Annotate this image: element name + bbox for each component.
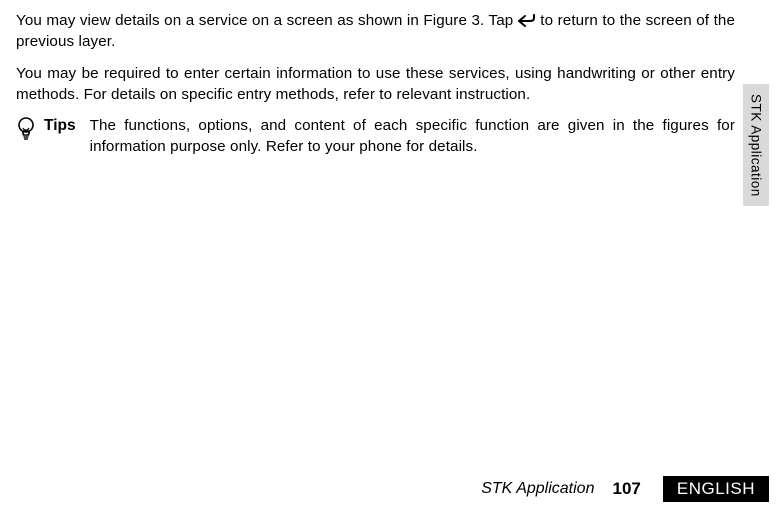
page-footer: STK Application 107 ENGLISH <box>0 476 783 502</box>
side-tab-label: STK Application <box>749 94 764 197</box>
back-arrow-icon <box>518 14 536 28</box>
footer-page-number: 107 <box>612 479 640 499</box>
footer-section-title: STK Application <box>481 480 594 498</box>
tips-text: The functions, options, and content of e… <box>90 115 735 158</box>
side-tab: STK Application <box>743 84 769 206</box>
paragraph-1: You may view details on a service on a s… <box>16 10 735 53</box>
tips-label: Tips <box>44 117 76 135</box>
footer-language-badge: ENGLISH <box>663 476 769 502</box>
tips-block: Tips The functions, options, and content… <box>16 115 735 158</box>
lightbulb-icon <box>16 117 36 141</box>
paragraph-2: You may be required to enter certain inf… <box>16 63 735 106</box>
page-content: You may view details on a service on a s… <box>0 0 783 158</box>
para1-text-a: You may view details on a service on a s… <box>16 12 518 29</box>
